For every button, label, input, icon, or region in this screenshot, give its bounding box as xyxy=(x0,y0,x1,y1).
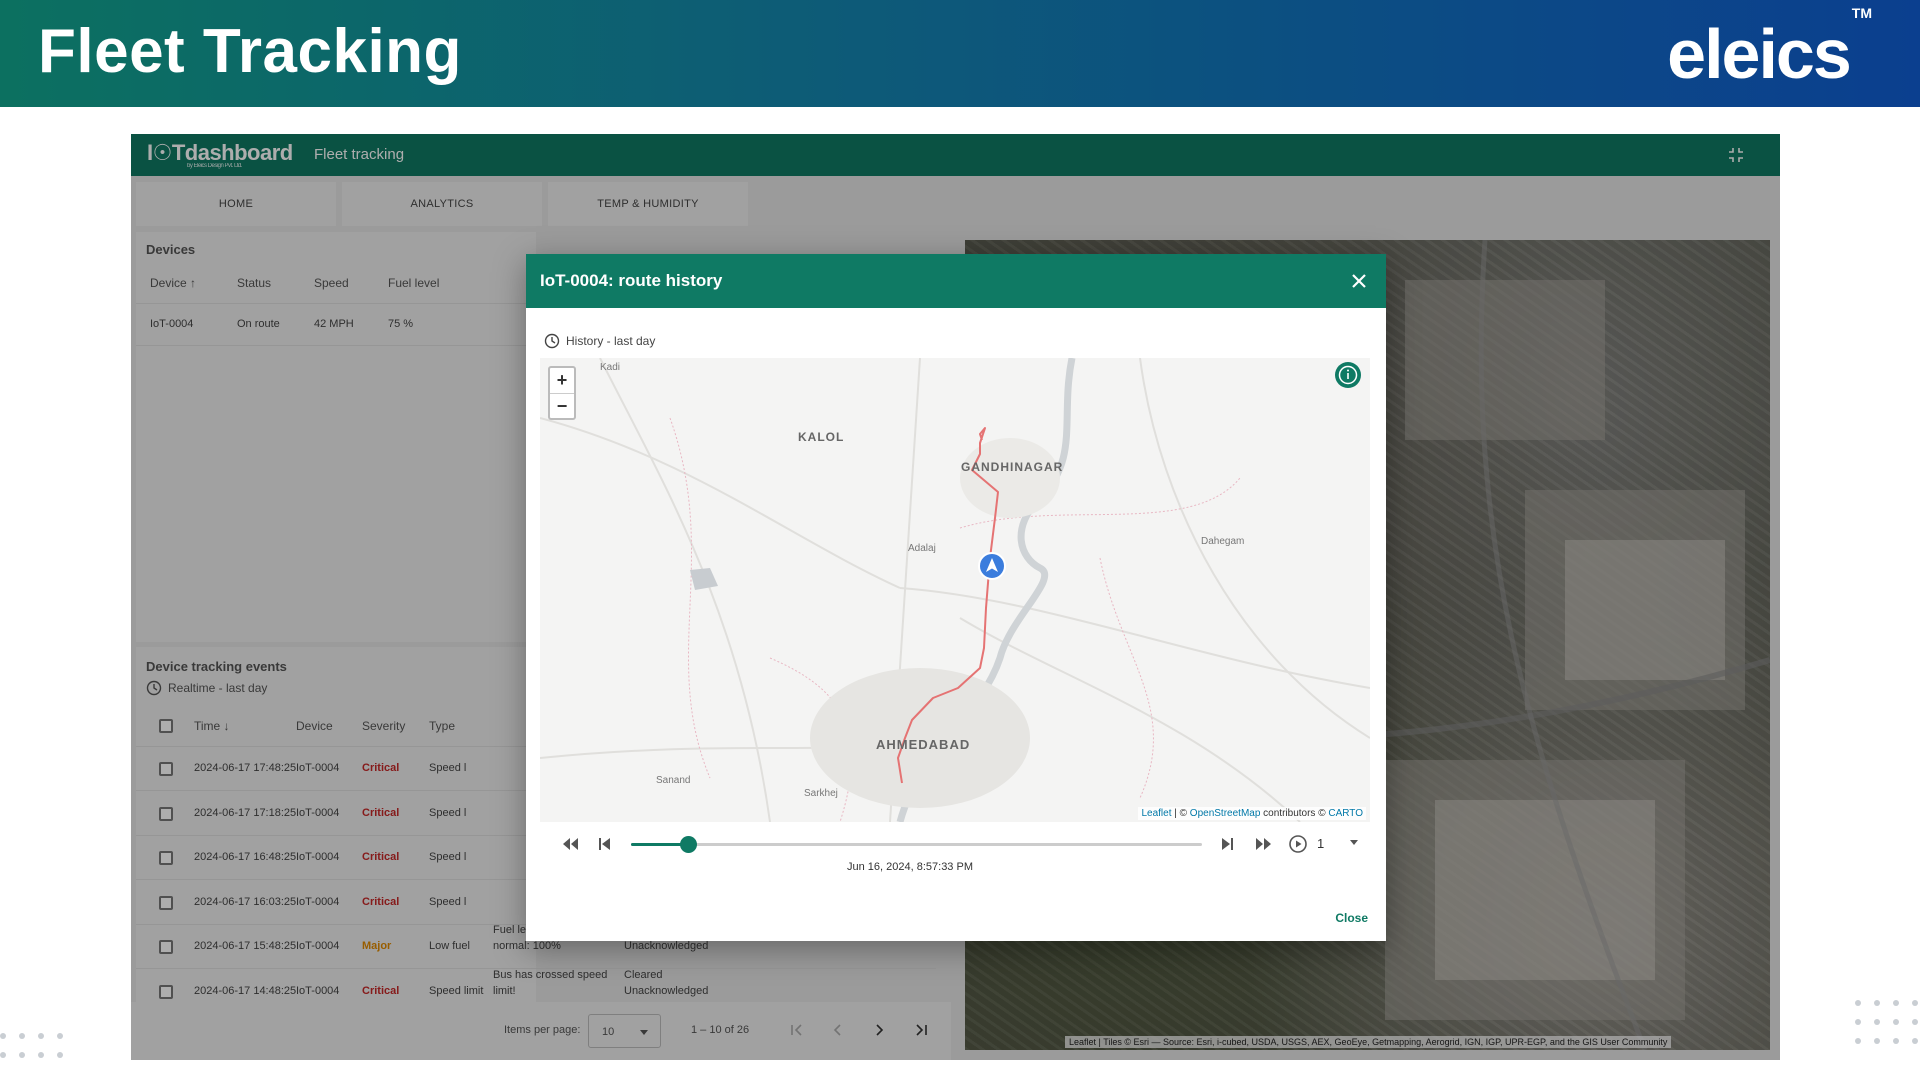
play-icon[interactable] xyxy=(1287,834,1309,854)
map-tiles xyxy=(540,358,1370,822)
close-button[interactable]: Close xyxy=(1335,911,1368,925)
skip-to-start-icon[interactable] xyxy=(594,834,616,854)
town-label-adalaj: Adalaj xyxy=(908,543,936,554)
skip-to-end-icon[interactable] xyxy=(1216,834,1238,854)
attribution-separator: | © xyxy=(1171,808,1190,819)
decorative-dots-right xyxy=(1855,1000,1918,1044)
clock-icon xyxy=(544,333,560,349)
leaflet-link[interactable]: Leaflet xyxy=(1141,808,1171,819)
history-selector[interactable]: History - last day xyxy=(544,333,655,349)
zoom-out-button[interactable]: − xyxy=(550,393,574,418)
openstreetmap-link[interactable]: OpenStreetMap xyxy=(1190,808,1261,819)
vehicle-location-icon[interactable] xyxy=(978,552,1006,580)
chevron-down-icon[interactable] xyxy=(1350,840,1358,845)
town-label-sarkhej: Sarkhej xyxy=(804,788,838,799)
route-map[interactable]: KALOL GANDHINAGAR AHMEDABAD Kadi Adalaj … xyxy=(540,358,1370,822)
history-label: History - last day xyxy=(566,334,656,348)
timeline-thumb[interactable] xyxy=(680,836,698,853)
zoom-in-button[interactable]: + xyxy=(550,368,574,393)
playback-speed-select[interactable]: 1 xyxy=(1317,836,1324,851)
brand-trademark: TM xyxy=(1851,4,1872,21)
info-icon[interactable] xyxy=(1334,361,1362,389)
town-label-dahegam: Dahegam xyxy=(1201,536,1245,547)
town-label-sanand: Sanand xyxy=(656,775,691,786)
brand-logo: eleicsTM xyxy=(1667,5,1872,94)
city-label-kalol: KALOL xyxy=(798,430,845,444)
fast-forward-icon[interactable] xyxy=(1252,834,1274,854)
dialog-header: IoT-0004: route history xyxy=(526,254,1386,308)
route-history-dialog: IoT-0004: route history History - last d… xyxy=(526,254,1386,941)
city-label-ahmedabad: AHMEDABAD xyxy=(876,737,971,752)
banner-title: Fleet Tracking xyxy=(38,17,462,86)
decorative-dots-left xyxy=(0,1033,63,1058)
playback-timeline-slider[interactable] xyxy=(631,836,1202,853)
city-label-gandhinagar: GANDHINAGAR xyxy=(961,460,1064,474)
playback-timestamp: Jun 16, 2024, 8:57:33 PM xyxy=(847,861,973,873)
map-attribution: Leaflet | © OpenStreetMap contributors ©… xyxy=(1138,807,1366,820)
playback-controls: 1 Jun 16, 2024, 8:57:33 PM xyxy=(540,826,1370,876)
dialog-title: IoT-0004: route history xyxy=(540,271,723,290)
attribution-contributors: contributors © xyxy=(1260,808,1329,819)
brand-name: eleics xyxy=(1667,15,1852,93)
town-label-kadi: Kadi xyxy=(600,362,621,373)
zoom-control: + − xyxy=(548,366,576,420)
rewind-icon[interactable] xyxy=(560,834,582,854)
top-banner: Fleet Tracking eleicsTM xyxy=(0,0,1920,107)
carto-link[interactable]: CARTO xyxy=(1328,808,1363,819)
close-icon[interactable] xyxy=(1350,272,1368,290)
